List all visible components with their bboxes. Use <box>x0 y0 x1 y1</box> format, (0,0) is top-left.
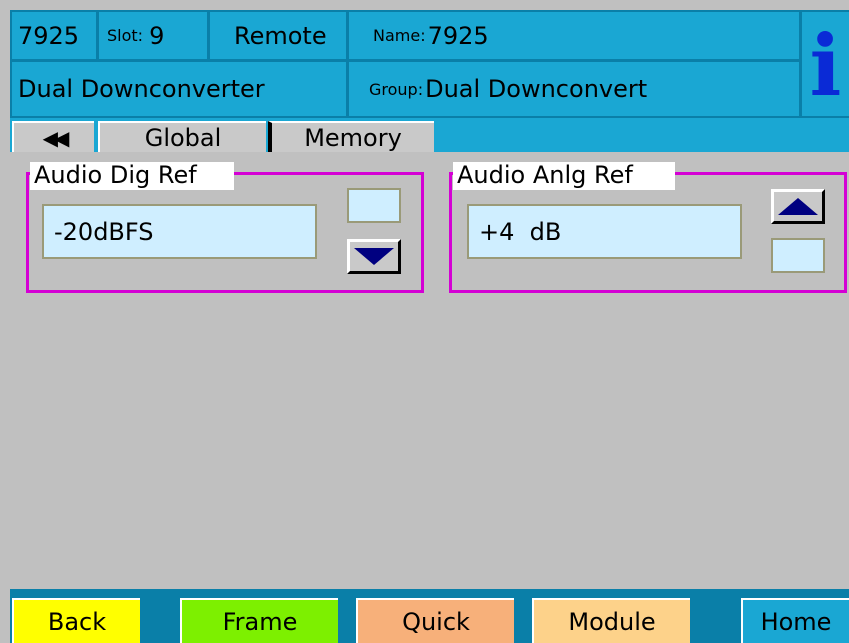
slot-cell: Slot: 9 <box>99 12 207 59</box>
double-left-arrow-icon: ◀◀ <box>42 125 70 150</box>
audio-dig-ref-up-button-disabled <box>347 188 401 223</box>
quick-button[interactable]: Quick <box>356 598 514 643</box>
audio-anlg-ref-down-button-disabled <box>771 238 825 273</box>
tab-memory[interactable]: Memory <box>268 121 434 152</box>
device-type: Dual Downconverter <box>18 75 265 103</box>
mode-label: Remote <box>234 21 327 50</box>
back-button[interactable]: Back <box>12 598 140 643</box>
info-button[interactable]: i <box>802 12 849 116</box>
audio-dig-ref-down-button[interactable] <box>347 239 401 274</box>
audio-dig-ref-value[interactable]: -20dBFS <box>42 204 317 259</box>
info-icon: i <box>809 16 842 115</box>
frame-button-label: Frame <box>222 607 298 636</box>
down-arrow-icon <box>354 248 394 265</box>
audio-anlg-ref-value[interactable]: +4 dB <box>467 204 742 259</box>
quick-button-label: Quick <box>402 607 470 636</box>
device-id: 7925 <box>18 21 80 50</box>
module-button-label: Module <box>568 607 656 636</box>
audio-dig-ref-panel: -20dBFS <box>26 172 424 293</box>
tab-memory-label: Memory <box>304 123 402 152</box>
tab-global[interactable]: Global <box>98 121 266 152</box>
device-type-cell: Dual Downconverter <box>12 62 346 116</box>
tab-global-label: Global <box>144 123 222 152</box>
audio-anlg-ref-title: Audio Anlg Ref <box>453 162 675 190</box>
group-cell: Group: Dual Downconvert <box>349 62 799 116</box>
mode-cell: Remote <box>210 12 346 59</box>
home-button[interactable]: Home <box>741 598 849 643</box>
device-id-cell: 7925 <box>12 12 96 59</box>
frame-button[interactable]: Frame <box>180 598 338 643</box>
back-button-label: Back <box>47 607 107 636</box>
audio-dig-ref-value-text: -20dBFS <box>54 217 154 246</box>
group-value: Dual Downconvert <box>425 75 648 103</box>
header-bar: 7925 Slot: 9 Remote Name: 7925 Dual Down… <box>10 10 849 118</box>
name-value: 7925 <box>427 21 489 50</box>
name-label: Name: <box>373 26 426 45</box>
slot-label: Slot: <box>107 26 144 45</box>
name-cell: Name: 7925 <box>349 12 799 59</box>
up-arrow-icon <box>778 198 818 215</box>
footer-bar: Back Frame Quick Module Home <box>10 589 849 643</box>
audio-anlg-ref-panel: +4 dB <box>449 172 847 293</box>
module-button[interactable]: Module <box>532 598 690 643</box>
audio-anlg-ref-up-button[interactable] <box>771 189 825 224</box>
tab-bar: ◀◀ Global Memory <box>10 118 849 152</box>
group-label: Group: <box>369 79 424 99</box>
audio-dig-ref-title: Audio Dig Ref <box>30 162 234 190</box>
home-button-label: Home <box>760 607 832 636</box>
slot-value: 9 <box>149 21 165 50</box>
tab-scroll-back-button[interactable]: ◀◀ <box>12 121 94 152</box>
audio-anlg-ref-value-text: +4 dB <box>479 217 562 246</box>
